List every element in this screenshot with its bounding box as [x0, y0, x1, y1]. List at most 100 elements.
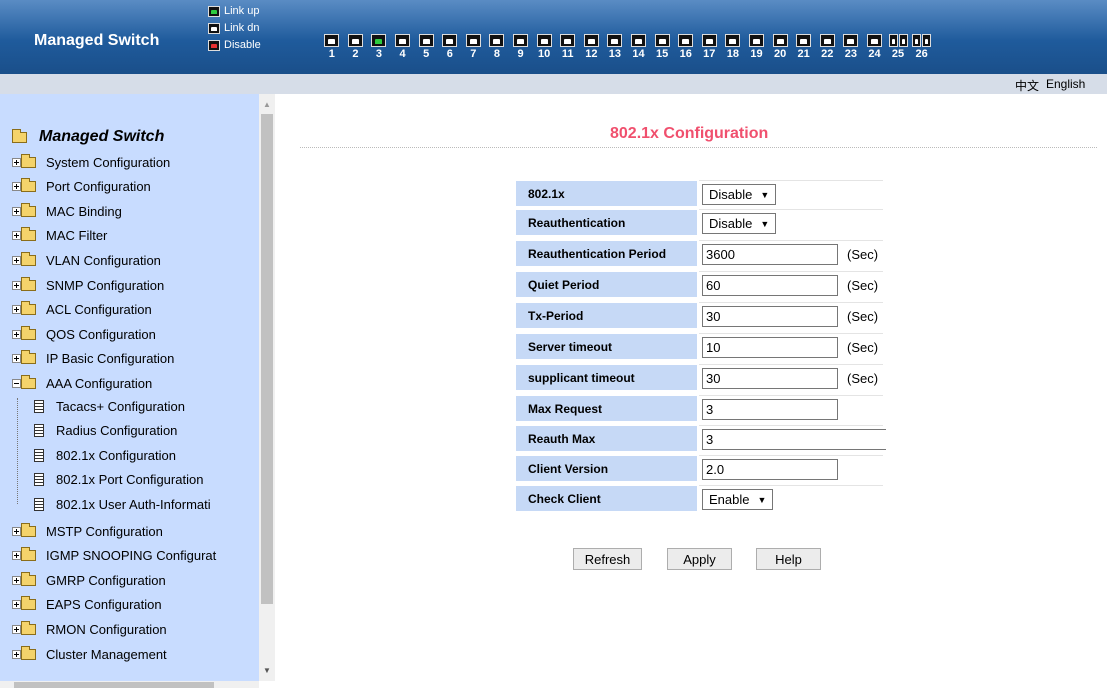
port-26[interactable]: 26: [910, 34, 934, 60]
expand-icon[interactable]: [12, 255, 21, 265]
sidebar-item[interactable]: GMRP Configuration: [12, 570, 166, 590]
setting-select[interactable]: Disable ▼: [702, 213, 777, 234]
port-23[interactable]: 23: [839, 34, 863, 60]
sidebar-item[interactable]: ACL Configuration: [12, 300, 152, 320]
sidebar-item-label: EAPS Configuration: [46, 597, 162, 613]
sidebar-subitem[interactable]: 802.1x Configuration: [34, 445, 176, 465]
sidebar-item[interactable]: IP Basic Configuration: [12, 349, 174, 369]
port-10[interactable]: 10: [532, 34, 556, 60]
expand-icon[interactable]: [12, 305, 21, 315]
sidebar-item[interactable]: VLAN Configuration: [12, 250, 161, 270]
port-4[interactable]: 4: [391, 34, 415, 60]
open-folder-icon: [12, 128, 27, 143]
port-icon: [725, 34, 741, 47]
setting-select[interactable]: Enable ▼: [702, 489, 774, 510]
sidebar-item[interactable]: System Configuration: [12, 152, 170, 172]
sidebar-item[interactable]: MAC Filter: [12, 226, 107, 246]
setting-input[interactable]: [702, 459, 838, 480]
expand-icon[interactable]: [12, 280, 21, 290]
expand-icon[interactable]: [12, 354, 21, 364]
setting-input[interactable]: [702, 429, 886, 450]
port-7[interactable]: 7: [462, 34, 486, 60]
title-divider: [300, 147, 1097, 148]
setting-value-cell: (Sec): [699, 302, 883, 330]
expand-icon[interactable]: [12, 231, 21, 241]
port-2[interactable]: 2: [344, 34, 368, 60]
sidebar-subitem[interactable]: 802.1x User Auth-Informati: [34, 494, 211, 514]
sidebar-item[interactable]: QOS Configuration: [12, 324, 156, 344]
port-13[interactable]: 13: [603, 34, 627, 60]
expand-icon[interactable]: [12, 206, 21, 216]
expand-icon[interactable]: [12, 329, 21, 339]
port-14[interactable]: 14: [627, 34, 651, 60]
folder-icon: [21, 276, 36, 291]
lang-chinese-link[interactable]: 中文: [1015, 77, 1039, 94]
sidebar-subitem[interactable]: Radius Configuration: [34, 421, 177, 441]
sidebar-subitem[interactable]: Tacacs+ Configuration: [34, 396, 185, 416]
horizontal-scrollbar[interactable]: [0, 681, 259, 688]
sidebar-item[interactable]: MSTP Configuration: [12, 521, 163, 541]
vertical-scrollbar[interactable]: ▲ ▼: [259, 94, 275, 681]
port-16[interactable]: 16: [674, 34, 698, 60]
port-9[interactable]: 9: [509, 34, 533, 60]
expand-icon[interactable]: [12, 526, 21, 536]
sidebar-subitem[interactable]: 802.1x Port Configuration: [34, 470, 203, 490]
port-25[interactable]: 25: [886, 34, 910, 60]
port-11[interactable]: 11: [556, 34, 580, 60]
legend-label: Link up: [224, 5, 260, 17]
expand-icon[interactable]: [12, 551, 21, 561]
port-20[interactable]: 20: [768, 34, 792, 60]
scroll-thumb[interactable]: [261, 114, 273, 604]
port-12[interactable]: 12: [580, 34, 604, 60]
port-panel: 1 2 3 4 5 6 7 8 9 10 11 12 13 14 15 16 17 18 19 20 21 22 23 24 2…: [320, 34, 933, 60]
sidebar-item[interactable]: RMON Configuration: [12, 619, 167, 639]
refresh-button[interactable]: Refresh: [573, 548, 642, 570]
setting-input[interactable]: [702, 306, 838, 327]
setting-input[interactable]: [702, 244, 838, 265]
sidebar-item[interactable]: EAPS Configuration: [12, 595, 162, 615]
port-5[interactable]: 5: [414, 34, 438, 60]
port-8[interactable]: 8: [485, 34, 509, 60]
setting-label: Reauth Max: [515, 425, 698, 452]
port-1[interactable]: 1: [320, 34, 344, 60]
expand-icon[interactable]: [12, 649, 21, 659]
port-17[interactable]: 17: [698, 34, 722, 60]
collapse-icon[interactable]: [12, 378, 21, 388]
setting-input[interactable]: [702, 368, 838, 389]
port-18[interactable]: 18: [721, 34, 745, 60]
port-15[interactable]: 15: [650, 34, 674, 60]
port-19[interactable]: 19: [745, 34, 769, 60]
scroll-down-icon[interactable]: ▼: [263, 666, 271, 675]
port-21[interactable]: 21: [792, 34, 816, 60]
expand-icon[interactable]: [12, 182, 21, 192]
port-6[interactable]: 6: [438, 34, 462, 60]
scroll-up-icon[interactable]: ▲: [263, 100, 271, 109]
sidebar-item[interactable]: IGMP SNOOPING Configurat: [12, 546, 216, 566]
expand-icon[interactable]: [12, 624, 21, 634]
sidebar-item[interactable]: Cluster Management: [12, 644, 167, 664]
expand-icon[interactable]: [12, 157, 21, 167]
help-button[interactable]: Help: [756, 548, 821, 570]
apply-button[interactable]: Apply: [667, 548, 732, 570]
sidebar-item[interactable]: SNMP Configuration: [12, 275, 164, 295]
port-icon: [888, 34, 898, 47]
sidebar-item[interactable]: AAA Configuration: [12, 373, 152, 393]
port-3[interactable]: 3: [367, 34, 391, 60]
port-22[interactable]: 22: [815, 34, 839, 60]
tree-root[interactable]: Managed Switch: [12, 128, 164, 146]
expand-icon[interactable]: [12, 600, 21, 610]
sidebar-item[interactable]: MAC Binding: [12, 201, 122, 221]
setting-input[interactable]: [702, 399, 838, 420]
port-number: 26: [915, 48, 928, 60]
setting-label: supplicant timeout: [515, 364, 698, 391]
sidebar-item[interactable]: Port Configuration: [12, 177, 151, 197]
setting-select[interactable]: Disable ▼: [702, 184, 777, 205]
port-24[interactable]: 24: [863, 34, 887, 60]
setting-input[interactable]: [702, 337, 838, 358]
scroll-thumb[interactable]: [14, 682, 214, 688]
expand-icon[interactable]: [12, 575, 21, 585]
sidebar-item-label: RMON Configuration: [46, 621, 167, 637]
setting-input[interactable]: [702, 275, 838, 296]
config-row: Server timeout (Sec): [515, 333, 883, 361]
lang-english-link[interactable]: English: [1046, 77, 1085, 91]
